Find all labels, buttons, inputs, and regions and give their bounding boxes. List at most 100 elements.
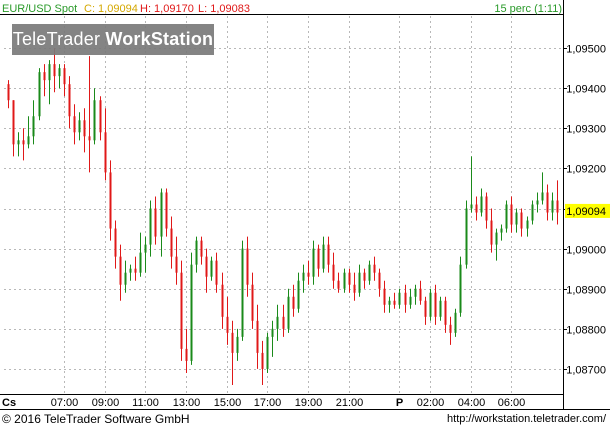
candle-body	[454, 312, 457, 333]
candle	[465, 200, 468, 269]
candle-body	[99, 100, 102, 133]
x-tick-label: 21:00	[336, 397, 364, 409]
candle-body	[439, 300, 442, 317]
y-tick-label: 1,08900	[566, 285, 606, 297]
x-tick-label: 07:00	[51, 397, 79, 409]
x-tick-label: 17:00	[254, 397, 282, 409]
candle-body	[149, 208, 152, 245]
candle-body	[526, 220, 529, 229]
candle-body	[160, 192, 163, 237]
candle-body	[271, 328, 274, 337]
candle-body	[210, 260, 213, 277]
candle-body	[434, 292, 437, 317]
teletrader-watermark: TeleTrader WorkStation	[12, 24, 214, 55]
x-tick-label: 06:00	[498, 397, 526, 409]
candle-body	[536, 200, 539, 205]
x-tick-label: 04:00	[458, 397, 486, 409]
candle-body	[490, 220, 493, 245]
candle-body	[221, 284, 224, 317]
candle-body	[485, 196, 488, 221]
candle-body	[287, 296, 290, 329]
candle-body	[7, 84, 10, 101]
candle-body	[256, 320, 259, 353]
candle-body	[322, 244, 325, 269]
x-tick-label: 02:00	[417, 397, 445, 409]
candle-body	[22, 140, 25, 145]
candle	[505, 200, 508, 233]
candle-body	[88, 136, 91, 141]
candle-body	[292, 296, 295, 309]
candle-body	[83, 120, 86, 137]
candle-body	[556, 200, 559, 213]
candle-body	[200, 240, 203, 257]
y-tick-label: 1,09000	[566, 245, 606, 257]
candle-body	[231, 332, 234, 353]
candle-body	[332, 264, 335, 281]
candle-body	[251, 284, 254, 321]
watermark-brand-light: TeleTrader	[12, 29, 101, 49]
candle	[38, 68, 41, 121]
candle-body	[419, 288, 422, 301]
y-tick-label: 1,09500	[566, 44, 606, 56]
candle-body	[424, 300, 427, 317]
candle-body	[343, 272, 346, 289]
candle-body	[302, 272, 305, 281]
candle-body	[312, 248, 315, 277]
candle-body	[129, 268, 132, 273]
candle-body	[520, 212, 523, 229]
candle-body	[241, 248, 244, 337]
candle	[241, 240, 244, 341]
website-link[interactable]: http://workstation.teletrader.com/	[447, 413, 606, 425]
chart-panel: 1,087001,088001,089001,090001,091001,092…	[0, 0, 610, 428]
x-tick-label: P	[396, 397, 403, 409]
candle-body	[144, 244, 147, 253]
candle-body	[551, 200, 554, 213]
chart-background	[0, 0, 610, 428]
candle-body	[185, 348, 188, 361]
candle-body	[444, 300, 447, 325]
candle-body	[500, 228, 503, 233]
candle	[190, 252, 193, 365]
candle-body	[388, 300, 391, 305]
candle-body	[139, 252, 142, 273]
y-tick-label: 1,09400	[566, 84, 606, 96]
candle-body	[134, 268, 137, 273]
copyright-text: © 2016 TeleTrader Software GmbH	[2, 412, 190, 426]
y-tick-label: 1,09300	[566, 124, 606, 136]
candle-body	[195, 240, 198, 265]
candle-body	[104, 132, 107, 173]
candle-body	[358, 272, 361, 293]
candle-body	[398, 292, 401, 305]
candle-body	[124, 272, 127, 285]
candle	[454, 308, 457, 337]
candle-body	[363, 272, 366, 281]
y-tick-label: 1,09200	[566, 164, 606, 176]
candle-body	[236, 336, 239, 353]
candle-body	[154, 208, 157, 237]
candle-body	[546, 192, 549, 213]
candle-body	[114, 228, 117, 257]
close-value: C: 1,09094	[84, 3, 138, 15]
candle-body	[541, 192, 544, 201]
candle-body	[190, 264, 193, 361]
candle-body	[261, 352, 264, 369]
candle-body	[63, 68, 66, 85]
candle-body	[414, 288, 417, 297]
candle-body	[12, 100, 15, 145]
candle	[266, 332, 269, 373]
footer: © 2016 TeleTrader Software GmbH http://w…	[0, 410, 610, 428]
low-value: L: 1,09083	[198, 3, 250, 15]
watermark-brand-bold: WorkStation	[105, 29, 214, 49]
candle-body	[531, 204, 534, 221]
candle-body	[170, 228, 173, 257]
candle-body	[282, 316, 285, 329]
candle-body	[205, 256, 208, 277]
candle-body	[459, 264, 462, 313]
candle-body	[119, 256, 122, 285]
candle-body	[38, 72, 41, 117]
candle-body	[495, 232, 498, 245]
candle-body	[175, 256, 178, 273]
candle-body	[73, 116, 76, 133]
candlestick-chart[interactable]: 1,087001,088001,089001,090001,091001,092…	[0, 0, 610, 428]
candle-body	[317, 248, 320, 269]
